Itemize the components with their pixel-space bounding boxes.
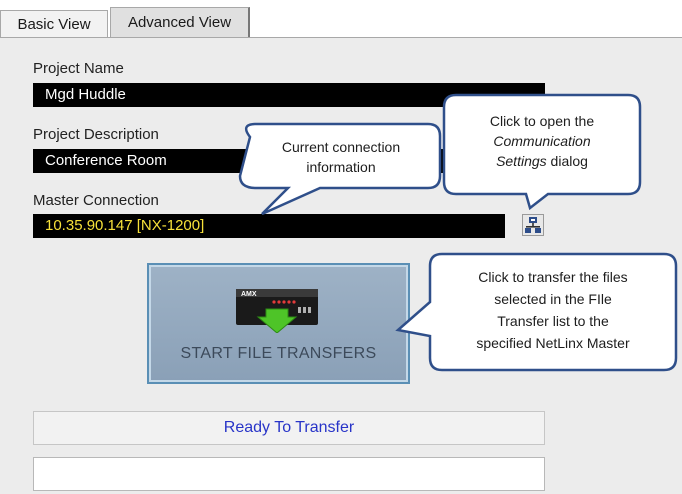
connection-callout-line1: Current connection bbox=[281, 139, 401, 155]
comm-callout-line2: Communication bbox=[493, 133, 591, 149]
transfer-callout-line2: selected in the FIle bbox=[494, 291, 612, 307]
callout-bubbles bbox=[238, 93, 678, 372]
comm-callout-line3-italic: Settings bbox=[496, 153, 547, 169]
transfer-callout-line3: Transfer list to the bbox=[497, 313, 609, 329]
comm-settings-callout: Click to open the Communication Settings… bbox=[448, 111, 636, 171]
comm-callout-line3-rest: dialog bbox=[546, 153, 588, 169]
transfer-callout-line1: Click to transfer the files bbox=[478, 269, 628, 285]
comm-callout-line1: Click to open the bbox=[489, 113, 595, 129]
transfer-callout-line4: specified NetLinx Master bbox=[476, 335, 630, 351]
connection-callout: Current connection information bbox=[244, 137, 438, 177]
connection-callout-line2: information bbox=[306, 159, 376, 175]
transfer-callout: Click to transfer the files selected in … bbox=[434, 266, 672, 354]
